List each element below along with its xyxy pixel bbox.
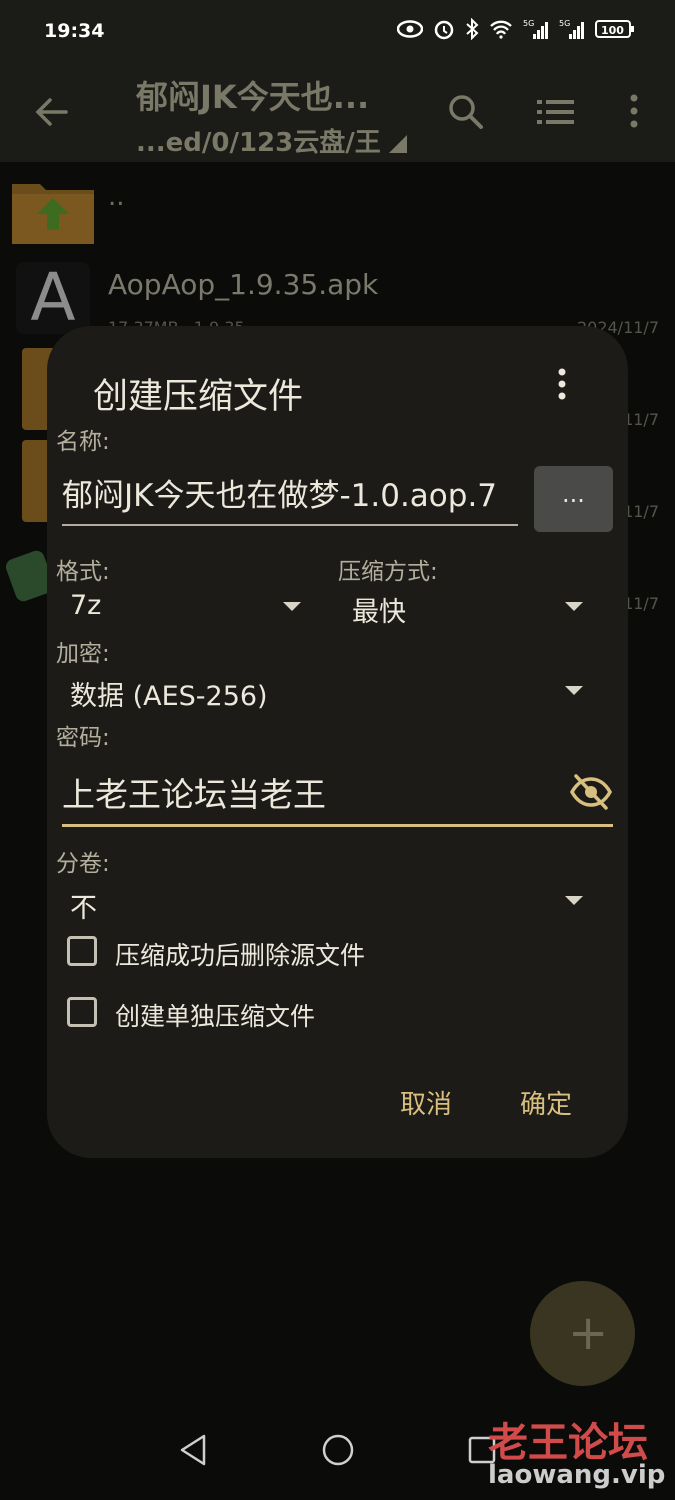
svg-text:5G: 5G xyxy=(523,19,534,28)
ok-button[interactable]: 确定 xyxy=(520,1084,572,1121)
cancel-button[interactable]: 取消 xyxy=(400,1084,452,1121)
folder-path-text: ...ed/0/123云盘/王 xyxy=(136,128,381,158)
browse-button[interactable]: ... xyxy=(534,466,613,532)
delete-source-checkbox[interactable] xyxy=(67,936,97,966)
status-bar: 19:34 5G 5G 100 xyxy=(0,0,675,62)
archive-name-input[interactable]: 郁闷JK今天也在做梦-1.0.aop.7 xyxy=(62,464,518,526)
plus-icon: + xyxy=(568,1305,609,1361)
format-label: 格式: xyxy=(56,559,110,585)
battery-icon: 100 xyxy=(595,20,634,38)
split-value: 不 xyxy=(70,893,97,924)
signal-icon-1: 5G xyxy=(523,19,548,39)
compression-value: 最快 xyxy=(352,597,406,628)
format-value: 7z xyxy=(70,590,102,621)
parent-folder-icon[interactable] xyxy=(10,176,96,246)
app-bar: 郁闷JK今天也... ...ed/0/123云盘/王 xyxy=(0,62,675,162)
eye-off-icon[interactable] xyxy=(569,772,613,812)
parent-folder-label: .. xyxy=(108,182,125,212)
chevron-down-icon xyxy=(283,602,301,611)
back-arrow-icon[interactable] xyxy=(30,90,74,134)
encryption-value: 数据 (AES-256) xyxy=(70,681,268,712)
password-value: 上老王论坛当老王 xyxy=(62,775,326,814)
eye-status-icon xyxy=(397,20,423,38)
search-icon[interactable] xyxy=(442,88,490,136)
nav-back-icon[interactable] xyxy=(174,1430,214,1470)
archive-name-value: 郁闷JK今天也在做梦-1.0.aop.7 xyxy=(62,478,498,514)
file-date: 11/7 xyxy=(623,410,659,429)
list-view-icon[interactable] xyxy=(532,88,580,136)
svg-text:5G: 5G xyxy=(559,19,570,28)
password-input[interactable]: 上老王论坛当老王 xyxy=(62,762,613,827)
wifi-icon xyxy=(490,20,512,39)
compression-label: 压缩方式: xyxy=(338,559,438,585)
separate-archive-checkbox[interactable] xyxy=(67,997,97,1027)
folder-title: 郁闷JK今天也... xyxy=(136,78,370,116)
path-dropdown-icon xyxy=(388,135,407,153)
bluetooth-icon xyxy=(466,18,479,40)
alarm-icon xyxy=(434,20,454,40)
dialog-title: 创建压缩文件 xyxy=(93,377,304,417)
file-date: 11/7 xyxy=(623,594,659,613)
password-label: 密码: xyxy=(56,725,110,751)
chevron-down-icon xyxy=(565,896,583,905)
chevron-down-icon xyxy=(565,602,583,611)
dialog-more-icon[interactable] xyxy=(547,364,577,404)
more-options-icon[interactable] xyxy=(610,88,658,136)
encryption-label: 加密: xyxy=(56,641,110,667)
split-label: 分卷: xyxy=(56,851,110,877)
name-label: 名称: xyxy=(56,429,110,455)
separate-archive-label: 创建单独压缩文件 xyxy=(115,1002,316,1031)
status-icons: 5G 5G 100 xyxy=(397,18,635,40)
create-archive-dialog: 创建压缩文件 名称: 郁闷JK今天也在做梦-1.0.aop.7 ... 格式: … xyxy=(47,326,628,1158)
delete-source-label: 压缩成功后删除源文件 xyxy=(115,941,366,970)
nav-home-icon[interactable] xyxy=(318,1430,358,1470)
chevron-down-icon xyxy=(565,686,583,695)
status-time: 19:34 xyxy=(44,20,105,42)
battery-level: 100 xyxy=(601,24,624,37)
apk-file-icon: A xyxy=(16,262,90,334)
apk-file-name[interactable]: AopAop_1.9.35.apk xyxy=(108,268,378,301)
file-date: 11/7 xyxy=(623,502,659,521)
folder-path[interactable]: ...ed/0/123云盘/王 xyxy=(136,122,407,159)
signal-icon-2: 5G xyxy=(559,19,584,39)
add-fab-button[interactable]: + xyxy=(530,1281,635,1386)
watermark-en: laowang.vip xyxy=(488,1460,666,1490)
